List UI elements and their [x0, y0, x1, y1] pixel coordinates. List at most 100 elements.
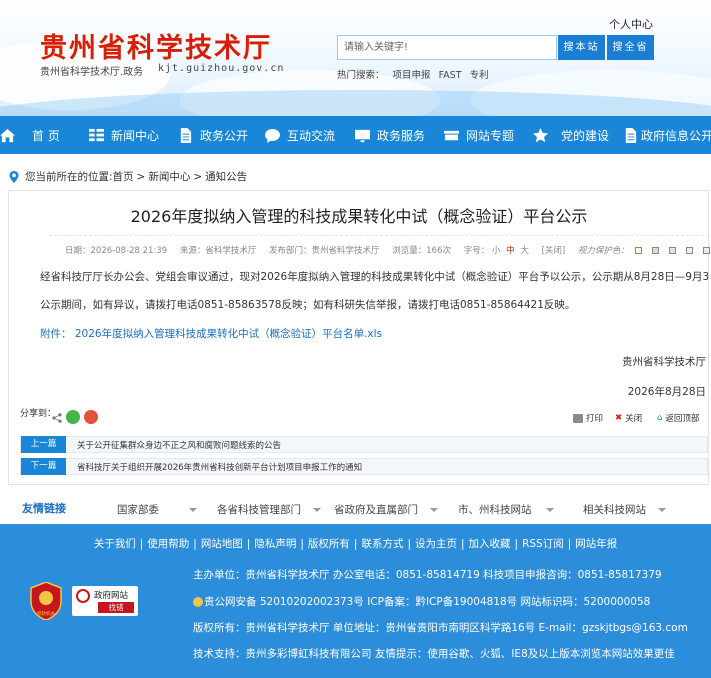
friend-dropdown[interactable]: 相关科技网站 — [583, 502, 666, 517]
next-title[interactable]: 省科技厅关于组织开展2026年贵州省科技创新平台计划项目申报工作的通知 — [77, 461, 362, 473]
meta-source: 来源：省科学技术厅 — [179, 246, 257, 256]
attachment-link[interactable]: 附件： 2026年度拟纳入管理科技成果转化中试（概念验证）平台名单.xls — [40, 326, 382, 341]
badge-sub: 找错 — [98, 602, 134, 613]
footer-link[interactable]: 网站地图 — [201, 538, 243, 550]
breadcrumb-notice[interactable]: 通知公告 — [205, 169, 247, 184]
nav-item-gov-open[interactable]: 政务公开 — [178, 116, 248, 154]
personal-center-link[interactable]: 个人中心 — [609, 16, 653, 32]
attachment-name[interactable]: 2026年度拟纳入管理科技成果转化中试（概念验证）平台名单.xls — [75, 328, 382, 340]
location-pin-icon — [9, 170, 19, 183]
font-size-big[interactable]: 大 — [520, 246, 529, 256]
footer-link[interactable]: 联系方式 — [361, 538, 403, 550]
site-logo-title[interactable]: 贵州省科学技术厅 — [40, 26, 272, 65]
footer-link[interactable]: 隐私声明 — [254, 538, 296, 550]
site-subtitle: 贵州省科学技术厅.政务 — [40, 67, 144, 78]
nav-item-services[interactable]: 政务服务 — [355, 116, 425, 154]
color-swatch[interactable] — [634, 247, 642, 254]
font-size-small[interactable]: 小 — [492, 246, 501, 256]
signature-org: 贵州省科学技术厅 — [622, 356, 706, 368]
footer-link[interactable]: 加入收藏 — [469, 538, 511, 550]
footer-link[interactable]: 关于我们 — [94, 538, 136, 550]
weibo-share-icon[interactable] — [84, 410, 98, 424]
card-icon — [444, 128, 459, 143]
site-header: 贵州省科学技术厅 贵州省科学技术厅.政务 kjt.guizhou.gov.cn … — [0, 0, 711, 116]
badge-title: 政府网站 — [94, 591, 129, 601]
hot-search-label: 热门搜索： — [337, 70, 385, 81]
footer-link-sep: | — [567, 538, 572, 550]
chevron-down-icon — [313, 508, 321, 512]
friend-dropdown[interactable]: 市、州科技网站 — [458, 502, 554, 517]
monitor-icon — [355, 128, 370, 143]
footer-link-sep: | — [407, 538, 411, 550]
close-button[interactable]: ✖ 关闭 — [615, 412, 642, 424]
footer-link-sep: | — [139, 538, 144, 550]
grid-icon — [89, 128, 104, 143]
home-small-icon: ⌂ — [657, 413, 663, 423]
star-icon — [533, 127, 548, 143]
prev-article[interactable]: 上一篇 关于公开征集群众身边不正之风和腐败问题线索的公告 — [20, 436, 708, 453]
font-size-mid[interactable]: 中 — [506, 246, 515, 256]
close-icon: ✖ — [615, 413, 623, 423]
gov-site-error-badge[interactable]: 政府网站 找错 — [72, 586, 138, 616]
footer-links: 关于我们 | 使用帮助 | 网站地图 | 隐私声明 | 版权所有 | 联系方式 | 设为主页 | 加入收藏 |… — [0, 536, 711, 551]
search-input[interactable]: 请输入关键字! — [337, 35, 557, 60]
search-site-button[interactable]: 搜本站 — [558, 35, 605, 60]
breadcrumb-home[interactable]: 首页 — [113, 169, 134, 184]
friend-dropdown[interactable]: 国家部委 — [117, 502, 197, 517]
nav-item-interaction[interactable]: 互动交流 — [265, 116, 335, 154]
nav-item-home[interactable]: 首 页 — [0, 116, 60, 154]
next-article[interactable]: 下一篇 省科技厅关于组织开展2026年贵州省科技创新平台计划项目申报工作的通知 — [20, 458, 708, 475]
footer-link[interactable]: 使用帮助 — [147, 538, 189, 550]
footer-link-sep: | — [300, 538, 304, 550]
color-swatch[interactable] — [685, 247, 693, 254]
breadcrumb-news[interactable]: 新闻中心 — [148, 169, 190, 184]
color-swatch[interactable] — [668, 247, 676, 254]
nav-item-party[interactable]: 党的建设 — [533, 116, 609, 154]
footer-link[interactable]: 设为主页 — [415, 538, 457, 550]
attachment-label: 附件： — [40, 328, 72, 340]
prev-title[interactable]: 关于公开征集群众身边不正之风和腐败问题线索的公告 — [77, 439, 281, 451]
friend-links-title: 友情链接 — [22, 502, 66, 515]
footer-link[interactable]: 网站年报 — [575, 538, 617, 550]
article-title: 2026年度拟纳入管理的科技成果转化中试（概念验证）平台公示 — [130, 207, 588, 226]
color-swatch[interactable] — [651, 247, 659, 254]
article-meta: 日期：2026-08-28 21:39 来源：省科学技术厅 发布部门：贵州省科学… — [65, 244, 711, 256]
search-province-button[interactable]: 搜全省 — [607, 35, 654, 60]
print-icon — [573, 413, 583, 423]
back-to-top-button[interactable]: ⌂ 返回顶部 — [657, 412, 699, 424]
chevron-down-icon — [430, 508, 438, 512]
document-icon — [178, 127, 193, 143]
eye-protect-label: 视力保护色： — [577, 246, 629, 256]
file-icon — [623, 127, 638, 143]
party-emblem-icon[interactable]: 党政机关 — [30, 581, 62, 621]
hot-term[interactable]: 专利 — [470, 70, 489, 81]
footer-link-sep: | — [461, 538, 465, 550]
share-icon[interactable] — [52, 413, 62, 423]
meta-font-label: 字号： — [463, 246, 490, 256]
footer-copyright: 版权所有：贵州省科学技术厅 单位地址：贵州省贵阳市南明区科学路16号 E-mai… — [193, 622, 688, 634]
footer-link[interactable]: RSS订阅 — [522, 538, 564, 550]
nav-item-topics[interactable]: 网站专题 — [444, 116, 514, 154]
color-swatch[interactable] — [702, 247, 710, 254]
main-nav: 首 页 新闻中心 政务公开 互动交流 政务服务 网站专题 党的建设 政府信息公开 — [0, 116, 711, 154]
wechat-share-icon[interactable] — [66, 410, 80, 424]
nav-item-info-open[interactable]: 政府信息公开 — [623, 116, 711, 154]
hot-search: 热门搜索： 项目申报 FAST 专利 — [337, 67, 494, 81]
breadcrumb-sep: > — [136, 170, 146, 183]
print-button[interactable]: 打印 — [573, 412, 603, 424]
footer-link[interactable]: 版权所有 — [308, 538, 350, 550]
site-footer: 关于我们 | 使用帮助 | 网站地图 | 隐私声明 | 版权所有 | 联系方式 | 设为主页 | 加入收藏 |… — [0, 524, 711, 678]
breadcrumb: 您当前所在的位置: 首页 > 新闻中心 > 通知公告 — [8, 169, 247, 184]
footer-link-sep: | — [514, 538, 519, 550]
hot-term[interactable]: 项目申报 — [393, 70, 431, 81]
badge-mark-icon — [76, 589, 90, 603]
hot-term[interactable]: FAST — [439, 70, 462, 81]
friend-dropdown[interactable]: 各省科技管理部门 — [217, 502, 321, 517]
friend-dropdown[interactable]: 省政府及直属部门 — [334, 502, 438, 517]
chevron-down-icon — [658, 508, 666, 512]
meta-views: 浏览量：166次 — [392, 246, 451, 256]
article-paragraph-1: 经省科技厅厅长办公会、党组会审议通过，现对2026年度拟纳入管理的科技成果转化中… — [40, 271, 711, 283]
nav-item-news[interactable]: 新闻中心 — [89, 116, 159, 154]
meta-close-link[interactable]: [关闭] — [542, 246, 566, 256]
article-panel: 2026年度拟纳入管理的科技成果转化中试（概念验证）平台公示 日期：2026-0… — [8, 190, 711, 485]
